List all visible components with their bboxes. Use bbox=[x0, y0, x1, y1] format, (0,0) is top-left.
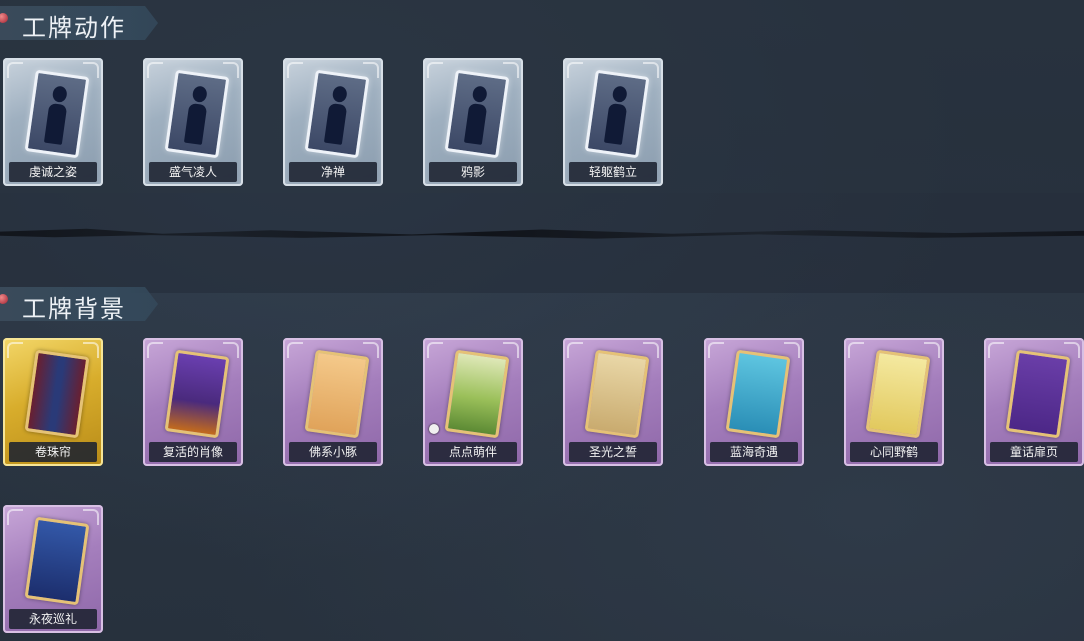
pose-icon bbox=[304, 69, 370, 159]
card-label: 盛气凌人 bbox=[149, 162, 237, 182]
corner-badge-icon bbox=[429, 424, 439, 434]
action-card-4[interactable]: 鸦影 bbox=[423, 58, 523, 186]
silhouette-icon bbox=[463, 85, 490, 145]
section-header-actions: 工牌动作 bbox=[0, 6, 158, 42]
corner-ornament bbox=[287, 342, 303, 358]
piglet-thumbnail bbox=[304, 349, 370, 439]
card-label: 卷珠帘 bbox=[9, 442, 97, 462]
corner-ornament bbox=[7, 342, 23, 358]
corner-ornament bbox=[567, 342, 583, 358]
fairytale-thumbnail bbox=[1005, 349, 1071, 439]
background-card-8[interactable]: 童话扉页 bbox=[984, 338, 1084, 466]
corner-ornament bbox=[848, 342, 864, 358]
silhouette-icon bbox=[43, 85, 70, 145]
card-label: 童话扉页 bbox=[990, 442, 1078, 462]
action-card-3[interactable]: 净禅 bbox=[283, 58, 383, 186]
card-label: 心同野鹤 bbox=[850, 442, 938, 462]
card-label: 佛系小豚 bbox=[289, 442, 377, 462]
night-thumbnail bbox=[24, 516, 90, 606]
section-header-backgrounds: 工牌背景 bbox=[0, 287, 158, 323]
curtain-thumbnail bbox=[24, 349, 90, 439]
section-title-actions: 工牌动作 bbox=[22, 15, 126, 42]
card-label: 永夜巡礼 bbox=[9, 609, 97, 629]
silhouette-icon bbox=[603, 85, 630, 145]
pose-icon bbox=[164, 69, 230, 159]
background-card-5[interactable]: 圣光之誓 bbox=[563, 338, 663, 466]
action-card-5[interactable]: 轻躯鹤立 bbox=[563, 58, 663, 186]
card-label: 点点萌伴 bbox=[429, 442, 517, 462]
background-card-6[interactable]: 蓝海奇遇 bbox=[704, 338, 804, 466]
card-label: 虔诚之姿 bbox=[9, 162, 97, 182]
corner-ornament bbox=[427, 62, 443, 78]
background-card-2[interactable]: 复活的肖像 bbox=[143, 338, 243, 466]
holy-light-thumbnail bbox=[584, 349, 650, 439]
silhouette-icon bbox=[183, 85, 210, 145]
pose-icon bbox=[584, 69, 650, 159]
card-label: 蓝海奇遇 bbox=[710, 442, 798, 462]
card-label: 鸦影 bbox=[429, 162, 517, 182]
corner-ornament bbox=[708, 342, 724, 358]
background-card-9[interactable]: 永夜巡礼 bbox=[3, 505, 103, 633]
silhouette-icon bbox=[323, 85, 350, 145]
corner-ornament bbox=[567, 62, 583, 78]
corner-ornament bbox=[7, 62, 23, 78]
background-card-4[interactable]: 点点萌伴 bbox=[423, 338, 523, 466]
sea-thumbnail bbox=[725, 349, 791, 439]
background-card-1[interactable]: 卷珠帘 bbox=[3, 338, 103, 466]
corner-ornament bbox=[147, 342, 163, 358]
card-label: 圣光之誓 bbox=[569, 442, 657, 462]
corner-ornament bbox=[147, 62, 163, 78]
pose-icon bbox=[444, 69, 510, 159]
crane-thumbnail bbox=[865, 349, 931, 439]
card-label: 轻躯鹤立 bbox=[569, 162, 657, 182]
section-title-backgrounds: 工牌背景 bbox=[22, 296, 126, 323]
action-card-2[interactable]: 盛气凌人 bbox=[143, 58, 243, 186]
corner-ornament bbox=[427, 342, 443, 358]
corner-ornament bbox=[7, 509, 23, 525]
corner-ornament bbox=[287, 62, 303, 78]
portrait-thumbnail bbox=[164, 349, 230, 439]
action-card-1[interactable]: 虔诚之姿 bbox=[3, 58, 103, 186]
pose-icon bbox=[24, 69, 90, 159]
background-card-3[interactable]: 佛系小豚 bbox=[283, 338, 383, 466]
corner-ornament bbox=[988, 342, 1004, 358]
meadow-thumbnail bbox=[444, 349, 510, 439]
divider-area bbox=[0, 193, 1084, 293]
card-label: 净禅 bbox=[289, 162, 377, 182]
card-label: 复活的肖像 bbox=[149, 442, 237, 462]
background-card-7[interactable]: 心同野鹤 bbox=[844, 338, 944, 466]
